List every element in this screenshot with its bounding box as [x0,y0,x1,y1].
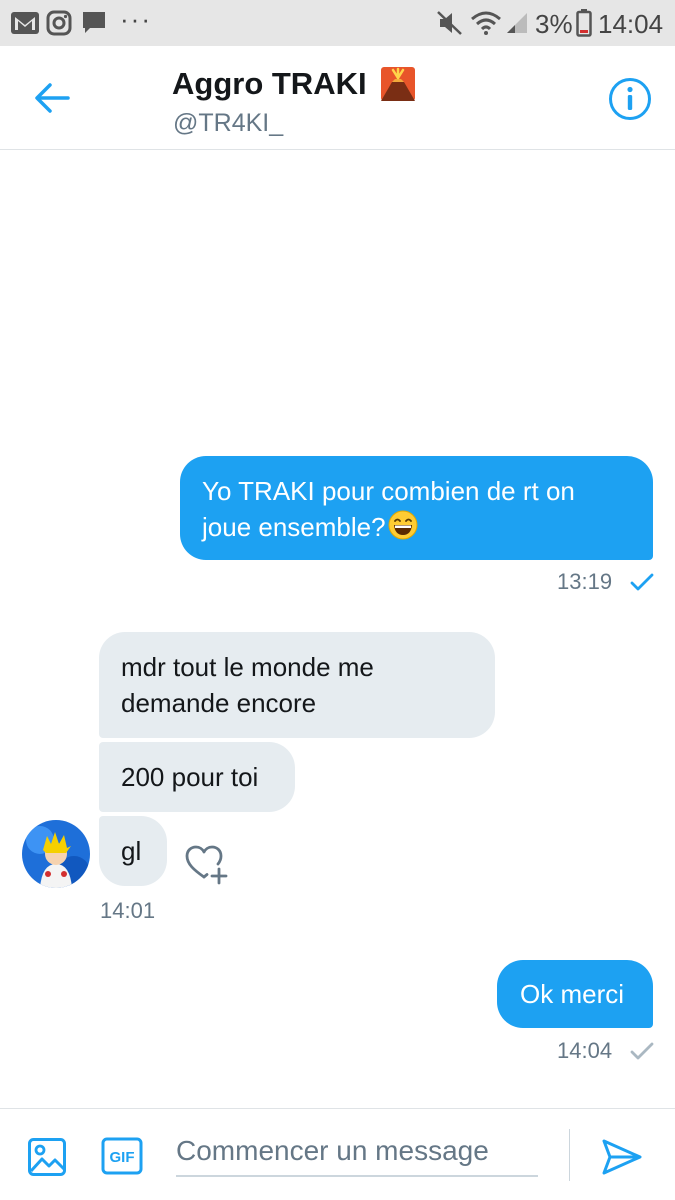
info-icon[interactable] [607,76,653,122]
image-icon[interactable] [27,1137,67,1177]
message-text: gl [121,836,142,866]
message-bubble-received[interactable]: gl [99,816,167,886]
contact-name[interactable]: Aggro TRAKI [172,66,367,102]
message-text: 200 pour toi [121,762,259,792]
read-check-icon [630,573,654,591]
avatar[interactable] [22,820,90,888]
volcano-emoji-icon [381,67,415,101]
gmail-icon [11,12,39,34]
message-text: Ok merci [520,979,624,1009]
gif-icon: GIF [101,1137,143,1175]
wifi-icon [471,11,501,35]
message-timestamp: 14:01 [100,898,156,923]
message-bubble-received[interactable]: 200 pour toi [99,742,295,812]
message-timestamp: 14:04 [557,1038,613,1063]
battery-percent: 3% [535,9,573,39]
send-icon[interactable] [600,1137,644,1177]
message-text-line: Yo TRAKI pour combien de rt on [202,476,575,506]
sent-check-icon [630,1042,654,1060]
instagram-icon [46,10,72,36]
message-bubble-sent[interactable]: Ok merci [497,960,653,1028]
signal-icon [507,13,527,33]
gif-label: GIF [110,1149,135,1166]
message-composer: GIF [0,1108,675,1200]
message-text-line: mdr tout le monde me [121,652,374,682]
message-icon [83,12,105,33]
conversation-header: Aggro TRAKI @TR4KI_ [0,46,675,150]
overflow-dots: ··· [120,4,152,34]
composer-divider [569,1129,570,1181]
mute-icon [437,11,462,35]
message-input[interactable] [176,1127,538,1177]
grin-emoji-icon [388,510,418,540]
battery-icon [576,9,592,37]
status-bar: ··· 3% 14:04 [0,0,675,46]
gif-button[interactable]: GIF [101,1137,143,1175]
message-text-line: demande encore [121,688,317,718]
message-text-line: joue ensemble? [202,509,631,545]
heart-add-icon[interactable] [184,843,230,885]
message-bubble-received[interactable]: mdr tout le monde me demande encore [99,632,495,738]
contact-handle[interactable]: @TR4KI_ [173,109,283,138]
message-text-line-2: joue ensemble? [202,512,386,542]
status-time: 14:04 [598,9,664,39]
message-timestamp: 13:19 [557,569,613,594]
back-arrow-icon[interactable] [30,78,74,118]
message-bubble-sent[interactable]: Yo TRAKI pour combien de rt on joue ense… [180,456,653,560]
